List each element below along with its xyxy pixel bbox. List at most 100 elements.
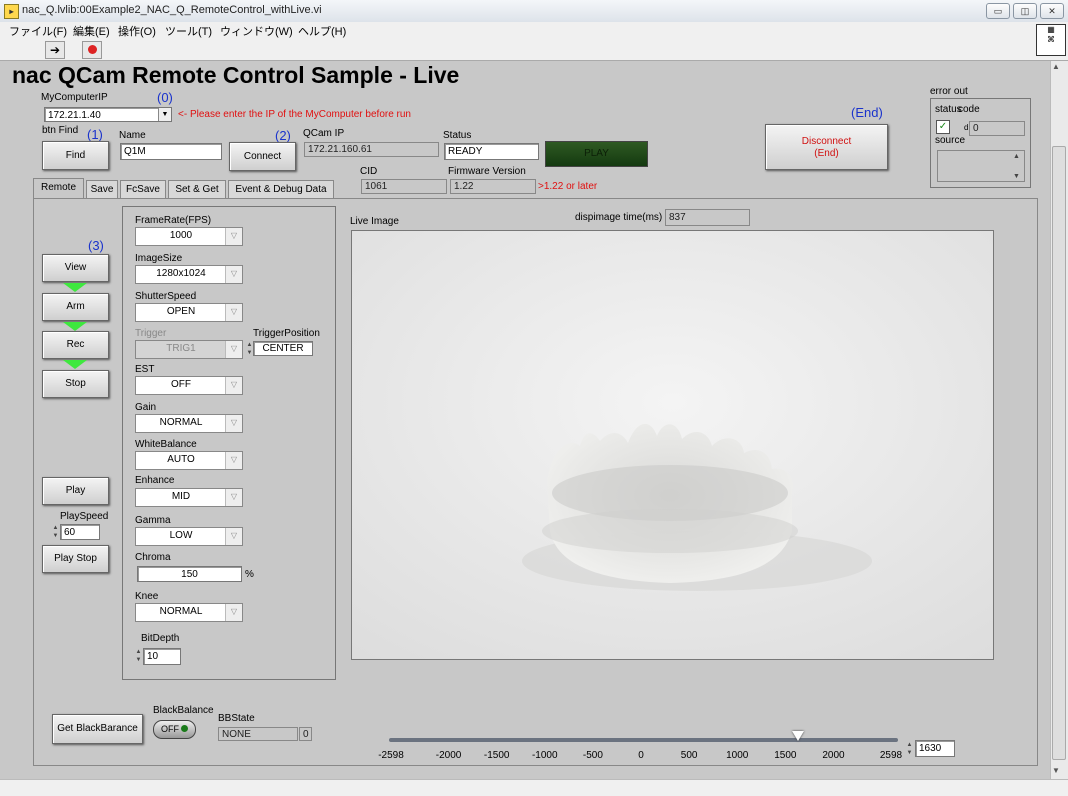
bitdepth-input[interactable]: 10 [143, 648, 181, 665]
source-scroll-icon[interactable]: ▲ ▼ [1013, 152, 1020, 182]
dropdown-arrow-icon[interactable]: ▽ [225, 604, 242, 621]
slider-tick-label: 500 [680, 750, 698, 761]
trigger-position-value[interactable]: CENTER [253, 341, 313, 356]
arrow-down-icon [63, 360, 87, 369]
menu-edit[interactable]: 編集(E) [73, 23, 110, 39]
frame-slider-track[interactable] [389, 738, 898, 742]
arm-button[interactable]: Arm [42, 293, 109, 321]
knee-select[interactable]: NORMAL ▽ [135, 603, 243, 622]
close-icon[interactable]: ✕ [1040, 3, 1064, 19]
frame-value-input[interactable]: 1630 [915, 740, 955, 757]
dropdown-arrow-icon[interactable]: ▼ [158, 108, 171, 121]
frame-spinner-icon[interactable]: ▲ ▼ [906, 741, 913, 757]
slider-tick-label: 0 [638, 750, 644, 761]
frame-slider-thumb[interactable] [791, 731, 804, 741]
my-ip-input[interactable]: 172.21.1.40 ▼ [44, 107, 172, 122]
error-code-value: 0 [969, 121, 1025, 136]
play-speed-label: PlaySpeed [60, 511, 109, 522]
play-speed-spinner-icon[interactable]: ▲ ▼ [52, 524, 59, 540]
blackbalance-toggle[interactable]: OFF [153, 720, 196, 739]
gain-value: NORMAL [159, 417, 203, 428]
play-button[interactable]: Play [42, 477, 109, 505]
dropdown-arrow-icon[interactable]: ▽ [225, 528, 242, 545]
gain-label: Gain [135, 402, 157, 413]
tab-remote[interactable]: Remote [33, 178, 84, 200]
play-speed-input[interactable]: 60 [60, 524, 100, 540]
dropdown-arrow-icon[interactable]: ▽ [225, 377, 242, 394]
step-3-label: (3) [88, 238, 104, 253]
qcam-ip-label: QCam IP [303, 128, 345, 139]
tab-fcsave[interactable]: FcSave [120, 180, 166, 198]
dropdown-arrow-icon[interactable]: ▽ [225, 228, 242, 245]
ip-hint-text: <- Please enter the IP of the MyComputer… [178, 109, 411, 120]
connect-button[interactable]: Connect [229, 142, 296, 171]
scroll-up-icon[interactable]: ▲ [1052, 62, 1060, 71]
name-label: Name [119, 130, 146, 141]
bitdepth-spinner-icon[interactable]: ▲ ▼ [135, 648, 142, 664]
gamma-select[interactable]: LOW ▽ [135, 527, 243, 546]
imagesize-select[interactable]: 1280x1024 ▽ [135, 265, 243, 284]
gamma-label: Gamma [135, 515, 171, 526]
dropdown-arrow-icon[interactable]: ▽ [225, 452, 242, 469]
name-field[interactable]: Q1M [120, 143, 222, 160]
menu-file[interactable]: ファイル(F) [9, 23, 67, 39]
imagesize-label: ImageSize [135, 253, 183, 264]
chroma-input[interactable]: 150 [137, 566, 242, 582]
tab-save[interactable]: Save [86, 180, 118, 198]
scroll-down-icon[interactable]: ▼ [1052, 766, 1060, 775]
maximize-icon[interactable]: ◫ [1013, 3, 1037, 19]
white-balance-select[interactable]: AUTO ▽ [135, 451, 243, 470]
est-label: EST [135, 364, 155, 375]
knee-label: Knee [135, 591, 159, 602]
page-title: nac QCam Remote Control Sample - Live [12, 62, 460, 88]
dropdown-arrow-icon[interactable]: ▽ [225, 489, 242, 506]
menu-tools[interactable]: ツール(T) [165, 23, 212, 39]
slider-tick-label: 1500 [774, 750, 797, 761]
framerate-label: FrameRate(FPS) [135, 215, 212, 226]
error-code-label: code [958, 104, 980, 115]
slider-tick-label: -2598 [378, 750, 404, 761]
trigger-position-spinner-icon[interactable]: ▲ ▼ [246, 341, 253, 357]
firmware-hint: >1.22 or later [538, 181, 598, 192]
dispimage-time-label: dispimage time(ms) [575, 212, 663, 223]
imagesize-value: 1280x1024 [156, 268, 206, 279]
trigger-select: TRIG1 ▽ [135, 340, 243, 359]
tab-event-debug[interactable]: Event & Debug Data [228, 180, 334, 198]
shutter-select[interactable]: OPEN ▽ [135, 303, 243, 322]
bbstate-number: 0 [299, 727, 312, 741]
vertical-scrollbar-thumb[interactable] [1052, 146, 1066, 760]
disconnect-button[interactable]: Disconnect (End) [765, 124, 888, 170]
gamma-value: LOW [169, 530, 193, 541]
run-arrow-icon[interactable]: ➔ [45, 41, 65, 59]
gain-select[interactable]: NORMAL ▽ [135, 414, 243, 433]
trigger-position-label: TriggerPosition [253, 328, 320, 339]
arrow-down-icon [63, 283, 87, 292]
slider-tick-label: -2000 [435, 750, 462, 761]
est-select[interactable]: OFF ▽ [135, 376, 243, 395]
find-button[interactable]: Find [42, 141, 109, 170]
tab-set-get[interactable]: Set & Get [168, 180, 226, 198]
rec-button[interactable]: Rec [42, 331, 109, 359]
knee-value: NORMAL [159, 606, 203, 617]
menu-bar: ファイル(F) 編集(E) 操作(O) ツール(T) ウィンドウ(W) ヘルプ(… [0, 22, 1068, 41]
get-blackbalance-button[interactable]: Get BlackBarance [52, 714, 143, 744]
menu-window[interactable]: ウィンドウ(W) [220, 23, 293, 39]
dropdown-arrow-icon[interactable]: ▽ [225, 415, 242, 432]
stop-button[interactable]: Stop [42, 370, 109, 398]
enhance-select[interactable]: MID ▽ [135, 488, 243, 507]
enhance-label: Enhance [135, 475, 175, 486]
chroma-unit: % [245, 569, 254, 580]
firmware-value: 1.22 [450, 179, 536, 194]
view-button[interactable]: View [42, 254, 109, 282]
menu-help[interactable]: ヘルプ(H) [298, 23, 346, 39]
slider-tick-label: 1000 [726, 750, 749, 761]
framerate-select[interactable]: 1000 ▽ [135, 227, 243, 246]
dropdown-arrow-icon[interactable]: ▽ [225, 304, 242, 321]
window-title: nac_Q.lvlib:00Example2_NAC_Q_RemoteContr… [22, 4, 322, 16]
play-stop-button[interactable]: Play Stop [42, 545, 109, 573]
white-balance-value: AUTO [167, 454, 195, 465]
menu-operate[interactable]: 操作(O) [118, 23, 156, 39]
abort-stop-icon[interactable] [82, 41, 102, 59]
dropdown-arrow-icon[interactable]: ▽ [225, 266, 242, 283]
minimize-icon[interactable]: ▭ [986, 3, 1010, 19]
